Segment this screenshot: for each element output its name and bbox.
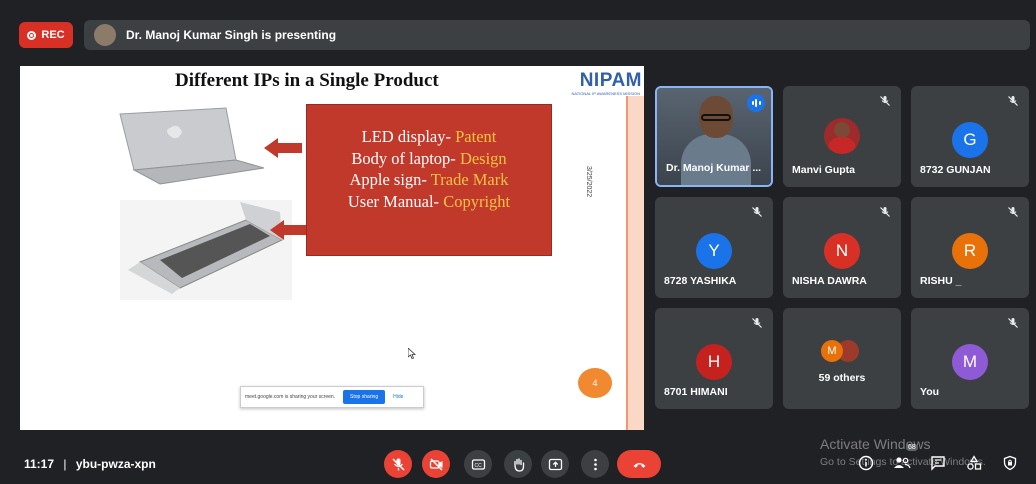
mic-off-icon — [391, 457, 405, 471]
captions-button[interactable]: CC — [464, 450, 492, 478]
meeting-info: 11:17 | ybu-pwza-xpn — [24, 457, 156, 471]
participant-avatar: G — [952, 122, 988, 158]
others-group: M 59 others — [783, 340, 901, 384]
participant-avatar: M — [952, 344, 988, 380]
shared-screen: Different IPs in a Single Product NIPAM … — [20, 66, 644, 430]
ip-line: User Manual- Copyright — [347, 191, 511, 211]
camera-toggle-button[interactable] — [422, 450, 450, 478]
end-call-icon — [633, 462, 645, 468]
more-vert-icon — [593, 458, 597, 470]
meeting-details-button[interactable] — [857, 454, 875, 472]
others-tile[interactable]: M 59 others — [783, 308, 901, 409]
chat-icon — [931, 456, 945, 471]
participant-avatar: Y — [696, 233, 732, 269]
participant-tile[interactable]: H 8701 HIMANI — [655, 308, 773, 409]
shield-lock-icon — [1003, 455, 1017, 471]
mic-off-icon — [1008, 318, 1018, 328]
participant-name: 8701 HIMANI — [664, 386, 728, 398]
participant-tile[interactable]: Y 8728 YASHIKA — [655, 197, 773, 298]
slide-title: Different IPs in a Single Product — [175, 70, 439, 91]
participant-tile-presenter[interactable]: Dr. Manoj Kumar ... — [655, 86, 773, 187]
participant-tile-self[interactable]: M You — [911, 308, 1029, 409]
mic-off-icon — [880, 207, 890, 217]
host-controls-button[interactable] — [1001, 454, 1019, 472]
slide-page-number: 4 — [578, 368, 612, 398]
mic-off-icon — [1008, 96, 1018, 106]
participant-tile[interactable]: G 8732 GUNJAN — [911, 86, 1029, 187]
others-avatars: M — [821, 340, 863, 362]
participant-photo-avatar — [824, 118, 860, 154]
slide-side-band — [626, 96, 644, 430]
participant-name: You — [920, 386, 940, 398]
record-icon — [27, 30, 37, 40]
mic-off-icon — [880, 96, 890, 106]
participant-avatar: H — [696, 344, 732, 380]
nipam-logo: NIPAM — [579, 70, 642, 91]
ip-line: LED display- Patent — [361, 127, 497, 146]
clock-time: 11:17 — [24, 457, 55, 471]
presenting-text: Dr. Manoj Kumar Singh is presenting — [126, 28, 337, 42]
arrow-left-icon — [270, 220, 308, 240]
participant-avatar: N — [824, 233, 860, 269]
separator: | — [63, 457, 67, 471]
raise-hand-button[interactable] — [504, 450, 532, 478]
participant-name: 8728 YASHIKA — [664, 275, 737, 287]
screen-share-notice: meet.google.com is sharing your screen. … — [240, 386, 424, 408]
watermark-title: Activate Windows — [820, 436, 931, 452]
present-screen-button[interactable] — [541, 450, 569, 478]
hand-icon — [513, 457, 524, 472]
stop-sharing-button[interactable]: Stop sharing — [343, 390, 386, 404]
presenter-avatar — [94, 24, 116, 46]
laptop-image-bottom — [120, 200, 292, 300]
recording-indicator[interactable]: REC — [19, 22, 73, 48]
arrow-left-icon — [264, 138, 302, 158]
participant-avatar: R — [952, 233, 988, 269]
chat-button[interactable] — [929, 454, 947, 472]
mic-off-icon — [752, 318, 762, 328]
participant-name: RISHU _ — [920, 275, 962, 287]
mic-toggle-button[interactable] — [384, 450, 412, 478]
activities-icon — [967, 455, 982, 470]
top-bar: REC Dr. Manoj Kumar Singh is presenting — [0, 0, 1036, 70]
mic-off-icon — [752, 207, 762, 217]
slide-date: 3/25/2022 — [585, 166, 592, 198]
present-icon — [548, 458, 562, 470]
mouse-cursor-icon — [408, 348, 416, 359]
activities-button[interactable] — [965, 454, 983, 472]
info-icon — [858, 455, 874, 471]
meeting-code: ybu-pwza-xpn — [75, 457, 156, 471]
presenting-banner: Dr. Manoj Kumar Singh is presenting — [84, 20, 1030, 50]
ip-line: Apple sign- Trade Mark — [349, 170, 509, 189]
mic-off-icon — [1008, 207, 1018, 217]
speaking-indicator-icon — [747, 94, 765, 112]
recording-label: REC — [41, 29, 65, 41]
others-count-label: 59 others — [818, 372, 866, 384]
share-notice-text: meet.google.com is sharing your screen. — [245, 394, 336, 400]
svg-text:CC: CC — [474, 463, 482, 469]
leave-call-button[interactable] — [617, 450, 661, 478]
ip-types-box: LED display- Patent Body of laptop- Desi… — [306, 104, 552, 256]
participant-name: 8732 GUNJAN — [920, 164, 991, 176]
participant-tile[interactable]: Manvi Gupta — [783, 86, 901, 187]
camera-off-icon — [429, 457, 443, 471]
participant-name: NISHA DAWRA — [792, 275, 867, 287]
people-icon — [894, 457, 911, 469]
people-button[interactable] — [893, 454, 911, 472]
participant-name: Manvi Gupta — [792, 164, 856, 176]
participant-name: Dr. Manoj Kumar ... — [666, 162, 762, 174]
participant-tile[interactable]: N NISHA DAWRA — [783, 197, 901, 298]
more-options-button[interactable] — [581, 450, 609, 478]
ip-line: Body of laptop- Design — [351, 148, 507, 168]
captions-icon: CC — [471, 458, 485, 470]
participant-tile[interactable]: R RISHU _ — [911, 197, 1029, 298]
laptop-image-top — [119, 107, 265, 185]
hide-notice-button[interactable]: Hide — [393, 394, 403, 400]
participant-avatar: M — [821, 340, 843, 362]
people-count-badge: 68 — [906, 444, 918, 451]
